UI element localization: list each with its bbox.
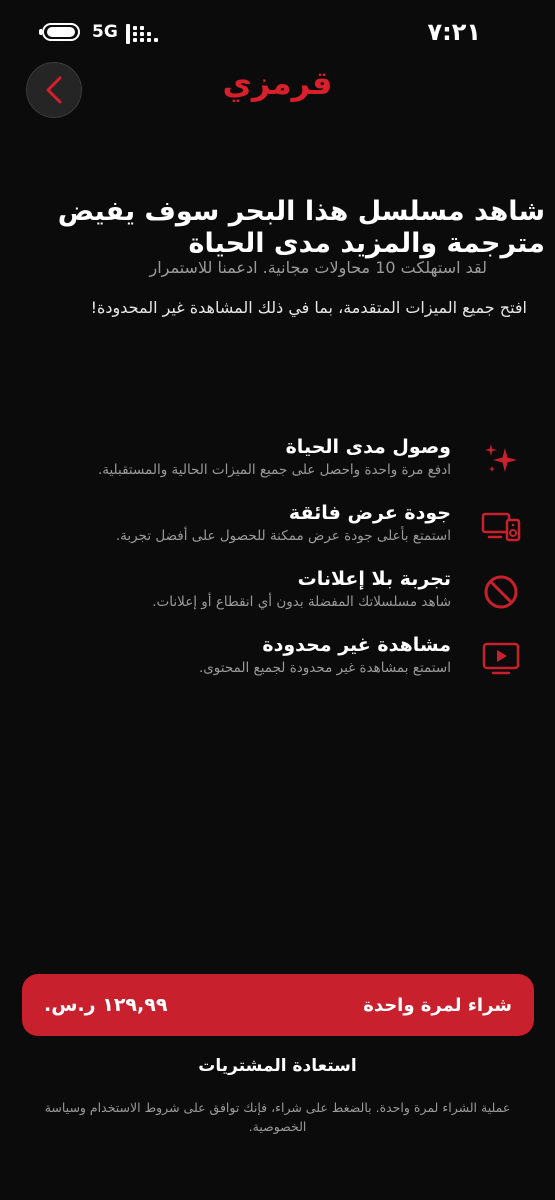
feature-title: جودة عرض فائقة — [288, 502, 451, 524]
back-button[interactable] — [26, 62, 82, 118]
trial-note: لقد استهلكت 10 محاولات مجانية. ادعمنا لل… — [149, 258, 487, 277]
feature-description: استمتع بأعلى جودة عرض ممكنة للحصول على أ… — [115, 528, 451, 544]
buy-once-button[interactable]: ١٢٩,٩٩ ر.س. شراء لمرة واحدة — [22, 974, 534, 1036]
restore-purchases-link[interactable]: استعادة المشتريات — [100, 1056, 455, 1076]
no-ads-icon — [484, 575, 518, 609]
feature-title: تجربة بلا إعلانات — [297, 568, 451, 590]
play-screen-icon — [482, 642, 520, 675]
sparkle-icon — [485, 444, 517, 472]
chevron-left-icon — [46, 76, 62, 104]
signal-icon — [126, 24, 158, 44]
battery-icon — [39, 23, 80, 41]
feature-description: ادفع مرة واحدة واحصل على جميع الميزات ال… — [97, 462, 451, 478]
feature-item-quality: جودة عرض فائقة استمتع بأعلى جودة عرض ممك… — [20, 500, 521, 564]
feature-description: استمتع بمشاهدة غير محدودة لجميع المحتوى. — [198, 660, 451, 676]
feature-item-lifetime: وصول مدى الحياة ادفع مرة واحدة واحصل على… — [20, 434, 517, 498]
feature-description: شاهد مسلسلاتك المفضلة بدون أي انقطاع أو … — [152, 594, 451, 610]
clock-time: ٧:٢١ — [427, 18, 481, 46]
brand-logo: قرمزي — [222, 64, 333, 102]
screen-speaker-icon — [481, 512, 521, 542]
network-type: 5G — [92, 22, 118, 42]
buy-label: شراء لمرة واحدة — [363, 994, 512, 1016]
feature-item-no-ads: تجربة بلا إعلانات شاهد مسلسلاتك المفضلة … — [20, 566, 518, 630]
price-label: ١٢٩,٩٩ ر.س. — [44, 994, 168, 1016]
unlock-description: افتح جميع الميزات المتقدمة، بما في ذلك ا… — [90, 298, 527, 317]
page-title: شاهد مسلسل هذا البحر سوف يفيض مترجمة وال… — [57, 196, 545, 259]
feature-item-unlimited: مشاهدة غير محدودة استمتع بمشاهدة غير محد… — [20, 632, 520, 696]
feature-title: مشاهدة غير محدودة — [262, 634, 451, 656]
feature-list: وصول مدى الحياة ادفع مرة واحدة واحصل على… — [20, 434, 521, 698]
feature-title: وصول مدى الحياة — [285, 436, 451, 458]
terms-note: عملية الشراء لمرة واحدة. بالضغط على شراء… — [44, 1100, 511, 1134]
status-bar: 5G ٧:٢١ — [0, 0, 555, 64]
